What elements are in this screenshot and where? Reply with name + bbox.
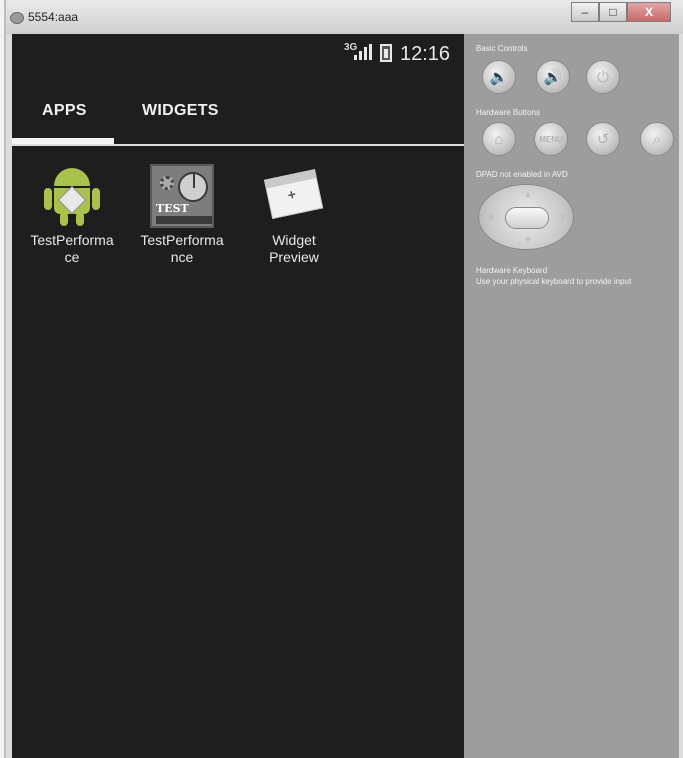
dpad-left-icon[interactable]: ◀ (485, 211, 493, 222)
app-widget-preview[interactable]: + Widget Preview (238, 164, 350, 266)
maximize-button[interactable]: □ (599, 2, 627, 22)
signal-icon (354, 44, 372, 60)
tab-divider (12, 144, 464, 146)
window-controls: – □ X (571, 2, 671, 22)
dpad-down-icon[interactable]: ▼ (523, 235, 533, 246)
volume-down-icon[interactable]: 🔈 (482, 60, 516, 94)
app-label: TestPerforma ce (30, 232, 114, 265)
hardware-keyboard-label: Hardware Keyboard (476, 266, 548, 275)
app-testperformance-2[interactable]: TEST TestPerforma nce (126, 164, 238, 266)
minimize-button[interactable]: – (571, 2, 599, 22)
device-screen[interactable]: 3G 12:16 APPS WIDGETS TestPerforma ce TE… (12, 34, 464, 758)
tab-apps[interactable]: APPS (42, 102, 87, 120)
emulator-control-panel: Basic Controls 🔈 🔊 ⏻ Hardware Buttons ⌂ … (464, 34, 679, 758)
keyboard-hint: Use your physical keyboard to provide in… (476, 277, 632, 286)
power-icon[interactable]: ⏻ (586, 60, 620, 94)
emulator-icon (10, 12, 24, 24)
dpad-right-icon[interactable]: ▶ (561, 211, 569, 222)
app-label: TestPerforma nce (140, 232, 224, 265)
app-testperformance-1[interactable]: TestPerforma ce (16, 164, 128, 266)
clock: 12:16 (400, 43, 451, 65)
dpad[interactable]: ▲ ▼ ◀ ▶ (478, 184, 574, 250)
close-button[interactable]: X (627, 2, 671, 22)
test-performance-icon: TEST (150, 164, 214, 228)
window-title: 5554:aaa (28, 10, 79, 24)
basic-controls-label: Basic Controls (476, 44, 528, 53)
dpad-label: DPAD not enabled in AVD (476, 170, 568, 179)
app-drawer-tabs: APPS WIDGETS (12, 94, 464, 148)
dpad-up-icon[interactable]: ▲ (523, 189, 533, 200)
menu-button[interactable]: MENU (534, 122, 568, 156)
back-icon[interactable]: ↺ (586, 122, 620, 156)
app-label: Widget Preview (269, 232, 319, 265)
dpad-center-button[interactable] (505, 207, 549, 229)
volume-up-icon[interactable]: 🔊 (536, 60, 570, 94)
status-bar: 3G 12:16 (12, 34, 464, 74)
widget-preview-icon: + (256, 158, 332, 234)
hardware-buttons-label: Hardware Buttons (476, 108, 541, 117)
android-robot-icon (40, 164, 104, 228)
search-icon[interactable]: ⌕ (640, 122, 674, 156)
home-icon[interactable]: ⌂ (482, 122, 516, 156)
title-bar[interactable]: 5554:aaa – □ X (6, 0, 683, 34)
battery-icon (380, 44, 392, 62)
tab-widgets[interactable]: WIDGETS (142, 102, 219, 120)
